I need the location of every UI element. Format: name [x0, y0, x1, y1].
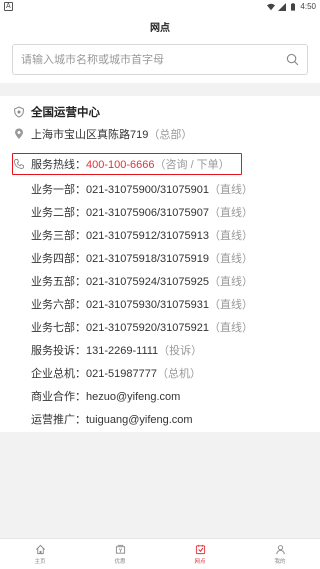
contact-note: （直线）: [208, 299, 253, 311]
contact-value[interactable]: hezuo@yifeng.com: [86, 391, 180, 403]
contact-row[interactable]: 业务六部：021-31075930/31075931（直线）: [0, 295, 320, 313]
coupon-icon: [115, 544, 125, 554]
contact-row[interactable]: 业务四部：021-31075918/31075919（直线）: [0, 249, 320, 267]
contact-note: （直线）: [208, 253, 253, 265]
signal-icon: [278, 2, 287, 11]
wifi-icon: [267, 3, 276, 10]
home-icon: [35, 544, 45, 554]
outlet-info-panel: 全国运营中心 上海市宝山区真陈路719（总部） 服务热线：400-100-666…: [0, 96, 320, 432]
contact-note: （直线）: [208, 276, 253, 288]
tab-home-label: 主页: [34, 558, 46, 565]
status-time: 4:50: [300, 2, 316, 11]
contact-text: 商业合作：hezuo@yifeng.com: [31, 388, 180, 404]
contact-text: 业务六部：021-31075930/31075931（直线）: [31, 296, 253, 312]
contact-value[interactable]: 021-31075918/31075919: [86, 253, 209, 265]
status-bar: A 4:50: [0, 0, 320, 13]
address-row: 上海市宝山区真陈路719（总部）: [0, 125, 320, 143]
status-right: 4:50: [267, 2, 316, 11]
contact-label: 业务五部：: [31, 276, 86, 288]
contact-label: 业务四部：: [31, 253, 86, 265]
tab-outlet-label: 网点: [194, 558, 206, 565]
contact-note: （投诉）: [158, 345, 203, 357]
search-box[interactable]: [12, 44, 308, 75]
contact-label: 业务二部：: [31, 207, 86, 219]
contact-text: 业务一部：021-31075900/31075901（直线）: [31, 181, 253, 197]
contact-row[interactable]: 业务七部：021-31075920/31075921（直线）: [0, 318, 320, 336]
contact-note: （直线）: [208, 207, 253, 219]
contact-text: 业务四部：021-31075918/31075919（直线）: [31, 250, 253, 266]
contact-text: 业务三部：021-31075912/31075913（直线）: [31, 227, 253, 243]
page-header: 网点: [0, 13, 320, 40]
page-title: 网点: [150, 23, 170, 34]
contact-label: 商业合作：: [31, 391, 86, 403]
contact-text: 服务投诉：131-2269-1111（投诉）: [31, 342, 202, 358]
search-section: [0, 40, 320, 83]
contact-value[interactable]: tuiguang@yifeng.com: [86, 414, 193, 426]
contact-value[interactable]: 021-31075906/31075907: [86, 207, 209, 219]
contact-row[interactable]: 业务一部：021-31075900/31075901（直线）: [0, 180, 320, 198]
bottom-tab-bar: 主页 优惠 网点 我的: [0, 538, 320, 569]
contact-row[interactable]: 业务五部：021-31075924/31075925（直线）: [0, 272, 320, 290]
contact-text: 业务五部：021-31075924/31075925（直线）: [31, 273, 253, 289]
tab-profile[interactable]: 我的: [240, 539, 320, 569]
tab-outlet[interactable]: 网点: [160, 539, 240, 569]
contact-text: 业务二部：021-31075906/31075907（直线）: [31, 204, 253, 220]
contact-note: （总机）: [156, 368, 201, 380]
hotline-text: 服务热线：400-100-6666（咨询 / 下单）: [31, 156, 230, 172]
contact-label: 运营推广：: [31, 414, 86, 426]
contact-label: 业务七部：: [31, 322, 86, 334]
contact-note: （直线）: [208, 184, 253, 196]
contact-row[interactable]: 业务三部：021-31075912/31075913（直线）: [0, 226, 320, 244]
contact-row[interactable]: 运营推广：tuiguang@yifeng.com: [0, 410, 320, 428]
contact-row[interactable]: 服务投诉：131-2269-1111（投诉）: [0, 341, 320, 359]
contact-note: （直线）: [208, 322, 253, 334]
contact-value[interactable]: 021-31075912/31075913: [86, 230, 209, 242]
center-title: 全国运营中心: [31, 107, 100, 119]
profile-icon: [275, 544, 285, 554]
hotline-row[interactable]: 服务热线：400-100-6666（咨询 / 下单）: [0, 155, 320, 173]
tab-home[interactable]: 主页: [0, 539, 80, 569]
hotline-label: 服务热线：: [31, 159, 86, 171]
empty-area: [0, 432, 320, 538]
hotline-number[interactable]: 400-100-6666: [86, 159, 155, 171]
section-gap: [0, 83, 320, 96]
contact-row[interactable]: 商业合作：hezuo@yifeng.com: [0, 387, 320, 405]
contact-label: 服务投诉：: [31, 345, 86, 357]
battery-icon: [291, 2, 296, 11]
contact-text: 业务七部：021-31075920/31075921（直线）: [31, 319, 253, 335]
app-notification-icon: A: [4, 2, 13, 11]
contact-value[interactable]: 021-31075924/31075925: [86, 276, 209, 288]
contact-label: 业务六部：: [31, 299, 86, 311]
contact-label: 业务一部：: [31, 184, 86, 196]
contact-value[interactable]: 021-31075900/31075901: [86, 184, 209, 196]
contact-text: 运营推广：tuiguang@yifeng.com: [31, 411, 193, 427]
phone-icon: [14, 159, 24, 169]
tab-profile-label: 我的: [274, 558, 286, 565]
search-icon[interactable]: [286, 53, 299, 66]
location-pin-icon: [15, 128, 23, 139]
contact-row[interactable]: 业务二部：021-31075906/31075907（直线）: [0, 203, 320, 221]
outlet-icon: [195, 544, 205, 554]
contact-value[interactable]: 131-2269-1111: [86, 345, 158, 357]
hotline-note: （咨询 / 下单）: [154, 159, 230, 171]
contact-value[interactable]: 021-31075920/31075921: [86, 322, 209, 334]
contact-row[interactable]: 企业总机：021-51987777（总机）: [0, 364, 320, 382]
contact-value[interactable]: 021-51987777: [86, 368, 157, 380]
contact-value[interactable]: 021-31075930/31075931: [86, 299, 209, 311]
contact-label: 业务三部：: [31, 230, 86, 242]
center-title-row: 全国运营中心: [0, 103, 320, 121]
status-left: A: [4, 2, 13, 11]
contact-note: （直线）: [208, 230, 253, 242]
tab-coupon-label: 优惠: [114, 558, 126, 565]
address-value: 上海市宝山区真陈路719: [31, 129, 149, 141]
contact-text: 企业总机：021-51987777（总机）: [31, 365, 201, 381]
shield-icon: [13, 106, 25, 118]
address-note: （总部）: [148, 129, 193, 141]
address-text: 上海市宝山区真陈路719（总部）: [31, 126, 192, 142]
tab-coupon[interactable]: 优惠: [80, 539, 160, 569]
search-input[interactable]: [21, 53, 271, 66]
contact-label: 企业总机：: [31, 368, 86, 380]
